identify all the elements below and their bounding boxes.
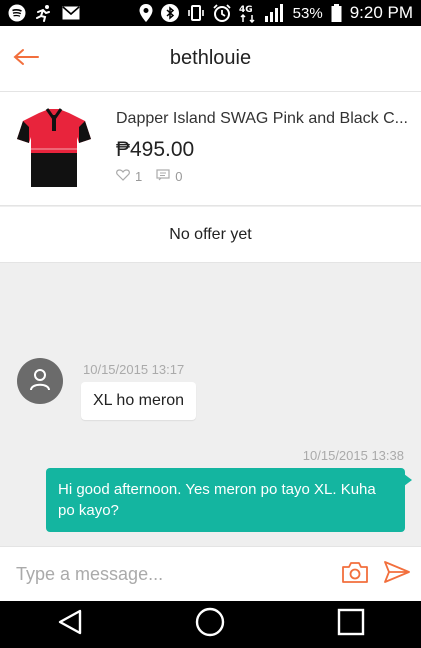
battery-icon xyxy=(331,4,342,22)
running-icon xyxy=(34,4,54,22)
status-bar-right: 4G 53% 9:20 PM xyxy=(139,3,413,23)
product-card[interactable]: Dapper Island SWAG Pink and Black C... ₱… xyxy=(0,92,421,206)
send-icon xyxy=(384,560,410,588)
signal-icon xyxy=(264,4,285,22)
triangle-back-icon xyxy=(56,608,84,641)
product-name: Dapper Island SWAG Pink and Black C... xyxy=(116,110,408,127)
likes-count: 1 xyxy=(135,169,143,184)
clock: 9:20 PM xyxy=(349,3,413,22)
avatar[interactable] xyxy=(17,358,63,404)
status-bar-left xyxy=(8,4,80,22)
circle-home-icon xyxy=(195,607,225,642)
battery-percentage: 53% xyxy=(292,4,323,22)
nav-recents-button[interactable] xyxy=(321,601,381,648)
user-icon xyxy=(28,367,52,396)
chat-area[interactable]: 10/15/2015 13:17 XL ho meron 10/15/2015 … xyxy=(0,263,421,546)
product-price: ₱495.00 xyxy=(116,138,195,161)
outgoing-message-bubble[interactable]: Hi good afternoon. Yes meron po tayo XL.… xyxy=(46,468,412,532)
nav-home-button[interactable] xyxy=(180,601,240,648)
heart-icon xyxy=(116,169,130,184)
vibrate-icon xyxy=(187,4,205,22)
comments-count: 0 xyxy=(175,169,183,184)
camera-icon xyxy=(342,561,368,588)
status-bar: 4G 53% 9:20 PM xyxy=(0,0,421,26)
product-image xyxy=(11,105,97,191)
incoming-message-bubble[interactable]: XL ho meron xyxy=(81,382,197,420)
comments-stat: 0 xyxy=(156,169,182,184)
arrow-left-icon xyxy=(13,48,39,71)
offer-status: No offer yet xyxy=(0,207,421,263)
polo-shirt-icon xyxy=(17,108,91,187)
message-composer xyxy=(0,546,421,601)
header-bar: bethlouie xyxy=(0,26,421,92)
bluetooth-icon xyxy=(160,4,179,22)
chat-title: bethlouie xyxy=(169,47,252,69)
nav-back-button[interactable] xyxy=(40,601,100,648)
product-stats: 1 0 xyxy=(116,169,411,184)
camera-button[interactable] xyxy=(339,558,371,590)
message-timestamp: 10/15/2015 13:17 xyxy=(83,362,185,377)
navigation-bar xyxy=(0,601,421,648)
product-info: Dapper Island SWAG Pink and Black C... ₱… xyxy=(116,105,411,184)
square-recents-icon xyxy=(337,608,365,641)
mail-icon xyxy=(62,6,80,20)
likes-stat: 1 xyxy=(116,169,142,184)
message-timestamp: 10/15/2015 13:38 xyxy=(302,448,404,463)
location-icon xyxy=(139,4,153,22)
svg-text:4G: 4G xyxy=(239,5,253,15)
network-4g-icon: 4G xyxy=(239,3,257,23)
send-button[interactable] xyxy=(381,558,413,590)
comment-icon xyxy=(156,169,170,184)
spotify-icon xyxy=(8,4,26,22)
alarm-icon xyxy=(213,4,231,22)
back-button[interactable] xyxy=(10,43,42,75)
message-input[interactable] xyxy=(16,563,339,585)
